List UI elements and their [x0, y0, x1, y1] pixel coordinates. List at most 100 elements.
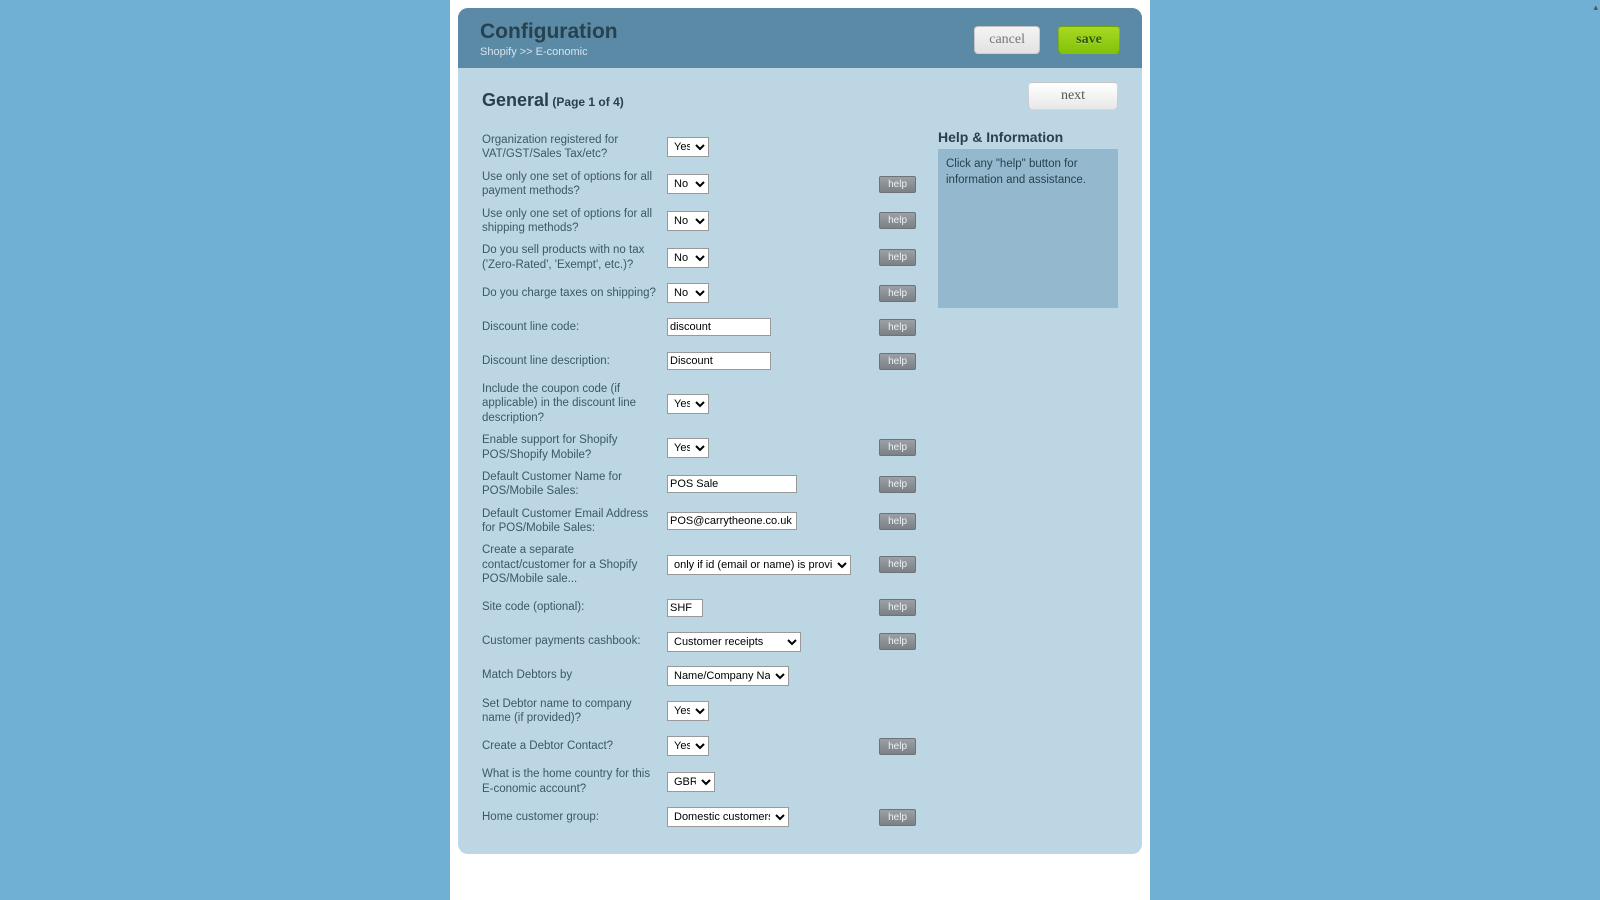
select-input[interactable]: No [667, 211, 709, 231]
text-input[interactable] [667, 599, 703, 617]
help-wrap: help [879, 212, 918, 229]
help-wrap: help [879, 476, 918, 493]
next-button-wrap: next [1028, 82, 1118, 110]
help-button[interactable]: help [879, 513, 916, 530]
section-header: General (Page 1 of 4) [482, 90, 1118, 111]
field-label: What is the home country for this E-cono… [482, 767, 657, 796]
page-container: Configuration Shopify >> E-conomic cance… [450, 0, 1150, 900]
field-label: Discount line description: [482, 354, 657, 368]
help-button[interactable]: help [879, 249, 916, 266]
form-row: Match Debtors by Name/Company Name [482, 659, 918, 693]
form-row: Include the coupon code (if applicable) … [482, 378, 918, 429]
select-input[interactable]: No [667, 248, 709, 268]
panel-content: General (Page 1 of 4) next Organization … [458, 68, 1142, 854]
field-label: Match Debtors by [482, 668, 657, 682]
select-input[interactable]: Domestic customers [667, 807, 789, 827]
field-label: Include the coupon code (if applicable) … [482, 382, 657, 425]
help-button[interactable]: help [879, 809, 916, 826]
text-input[interactable] [667, 352, 771, 370]
form-row: Use only one set of options for all paym… [482, 166, 918, 203]
help-wrap: help [879, 599, 918, 616]
form-row: Discount line code: help [482, 310, 918, 344]
help-wrap: help [879, 439, 918, 456]
help-wrap: help [879, 319, 918, 336]
field-control: Yes [667, 394, 709, 414]
form-row: What is the home country for this E-cono… [482, 763, 918, 800]
select-input[interactable]: only if id (email or name) is provided [667, 555, 851, 575]
text-input[interactable] [667, 475, 797, 493]
select-input[interactable]: Yes [667, 438, 709, 458]
field-label: Organization registered for VAT/GST/Sale… [482, 133, 657, 162]
help-wrap: help [879, 809, 918, 826]
select-input[interactable]: No [667, 283, 709, 303]
field-label: Create a separate contact/customer for a… [482, 543, 657, 586]
form-row: Home customer group:Domestic customershe… [482, 800, 918, 834]
field-control: No [667, 174, 709, 194]
help-button[interactable]: help [879, 285, 916, 302]
field-control [667, 352, 771, 370]
field-control: GBR [667, 772, 715, 792]
form-row: Customer payments cashbook:Customer rece… [482, 625, 918, 659]
section-pager: (Page 1 of 4) [552, 95, 623, 109]
field-label: Enable support for Shopify POS/Shopify M… [482, 433, 657, 462]
form-row: Site code (optional):help [482, 591, 918, 625]
field-control: No [667, 248, 709, 268]
form-layout: Organization registered for VAT/GST/Sale… [482, 129, 1118, 834]
help-button[interactable]: help [879, 556, 916, 573]
help-button[interactable]: help [879, 476, 916, 493]
help-button[interactable]: help [879, 599, 916, 616]
help-button[interactable]: help [879, 353, 916, 370]
form-row: Enable support for Shopify POS/Shopify M… [482, 429, 918, 466]
header-actions: cancel save [974, 26, 1120, 54]
help-wrap: help [879, 513, 918, 530]
field-control: No [667, 283, 709, 303]
field-control: only if id (email or name) is provided [667, 555, 851, 575]
field-control: Customer receipts [667, 632, 801, 652]
field-label: Use only one set of options for all paym… [482, 170, 657, 199]
field-control [667, 512, 797, 530]
field-label: Default Customer Email Address for POS/M… [482, 507, 657, 536]
cancel-button[interactable]: cancel [974, 26, 1040, 54]
help-button[interactable]: help [879, 319, 916, 336]
form-column: Organization registered for VAT/GST/Sale… [482, 129, 918, 834]
help-button[interactable]: help [879, 738, 916, 755]
field-control: Domestic customers [667, 807, 789, 827]
help-panel-title: Help & Information [938, 129, 1118, 145]
select-input[interactable]: No [667, 174, 709, 194]
text-input[interactable] [667, 512, 797, 530]
help-wrap: help [879, 353, 918, 370]
text-input[interactable] [667, 318, 771, 336]
select-input[interactable]: Yes [667, 701, 709, 721]
help-wrap: help [879, 556, 918, 573]
field-label: Default Customer Name for POS/Mobile Sal… [482, 470, 657, 499]
form-row: Create a Debtor Contact?Yeshelp [482, 729, 918, 763]
save-button[interactable]: save [1058, 26, 1120, 54]
panel-header: Configuration Shopify >> E-conomic cance… [458, 8, 1142, 68]
field-control: Yes [667, 137, 709, 157]
select-input[interactable]: Yes [667, 736, 709, 756]
field-control [667, 599, 703, 617]
form-row: Default Customer Name for POS/Mobile Sal… [482, 466, 918, 503]
select-input[interactable]: Name/Company Name [667, 666, 789, 686]
help-wrap: help [879, 249, 918, 266]
help-button[interactable]: help [879, 439, 916, 456]
next-button[interactable]: next [1028, 82, 1118, 110]
field-control [667, 318, 771, 336]
field-label: Use only one set of options for all ship… [482, 207, 657, 236]
form-row: Discount line description: help [482, 344, 918, 378]
select-input[interactable]: Yes [667, 394, 709, 414]
select-input[interactable]: GBR [667, 772, 715, 792]
section-title: General [482, 90, 549, 110]
field-label: Discount line code: [482, 320, 657, 334]
field-control: Name/Company Name [667, 666, 789, 686]
select-input[interactable]: Yes [667, 137, 709, 157]
form-row: Do you charge taxes on shipping?Nohelp [482, 276, 918, 310]
help-button[interactable]: help [879, 212, 916, 229]
help-button[interactable]: help [879, 176, 916, 193]
select-input[interactable]: Customer receipts [667, 632, 801, 652]
help-column: Help & Information Click any "help" butt… [938, 129, 1118, 834]
form-row: Do you sell products with no tax ('Zero-… [482, 239, 918, 276]
field-control: Yes [667, 438, 709, 458]
form-row: Set Debtor name to company name (if prov… [482, 693, 918, 730]
help-button[interactable]: help [879, 633, 916, 650]
